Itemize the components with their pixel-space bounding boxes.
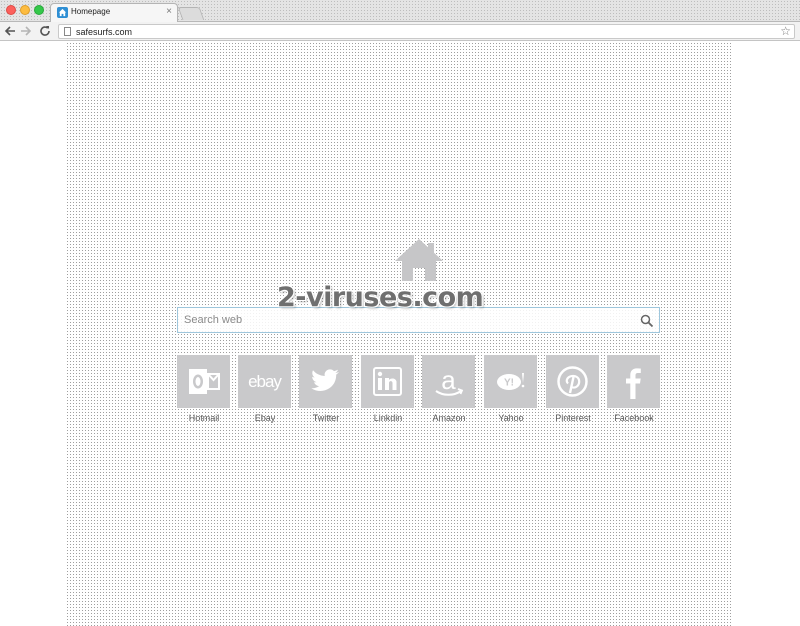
browser-toolbar: safesurfs.com ☆ bbox=[0, 22, 800, 41]
facebook-icon bbox=[607, 355, 660, 408]
linkedin-icon bbox=[361, 355, 414, 408]
address-bar[interactable]: safesurfs.com ☆ bbox=[58, 24, 795, 39]
amazon-icon: a bbox=[422, 355, 475, 408]
page-viewport: 2-viruses.com Hotmail ebay Eba bbox=[0, 42, 800, 626]
tile-label: Hotmail bbox=[188, 413, 220, 423]
tile-linkedin[interactable]: Linkdin bbox=[361, 355, 415, 431]
window-minimize-button[interactable] bbox=[20, 5, 30, 15]
tile-label: Linkdin bbox=[373, 413, 403, 423]
tile-twitter[interactable]: Twitter bbox=[299, 355, 353, 431]
watermark-text: 2-viruses.com bbox=[277, 282, 484, 313]
reload-icon[interactable] bbox=[39, 23, 51, 41]
tile-amazon[interactable]: a Amazon bbox=[422, 355, 476, 431]
window-close-button[interactable] bbox=[6, 5, 16, 15]
bookmark-star-icon[interactable]: ☆ bbox=[780, 24, 791, 38]
home-icon[interactable] bbox=[393, 237, 445, 283]
new-tab-button[interactable] bbox=[177, 7, 205, 20]
dotted-background bbox=[66, 42, 732, 626]
yahoo-icon: Y! bbox=[484, 355, 537, 408]
search-input[interactable] bbox=[184, 311, 624, 329]
tile-label: Facebook bbox=[614, 413, 654, 423]
forward-icon[interactable] bbox=[20, 23, 32, 41]
twitter-icon bbox=[299, 355, 352, 408]
ebay-icon: ebay bbox=[238, 355, 291, 408]
tile-label: Yahoo bbox=[498, 413, 524, 423]
svg-text:ebay: ebay bbox=[248, 372, 282, 391]
tile-label: Pinterest bbox=[555, 413, 591, 423]
search-icon[interactable] bbox=[640, 314, 654, 328]
url-text[interactable]: safesurfs.com bbox=[76, 26, 132, 38]
tab-close-icon[interactable]: × bbox=[166, 6, 172, 18]
pinterest-icon bbox=[546, 355, 599, 408]
browser-tab[interactable]: Homepage × bbox=[50, 3, 178, 22]
tile-facebook[interactable]: Facebook bbox=[607, 355, 661, 431]
browser-titlebar: Homepage × bbox=[0, 0, 800, 22]
tab-title: Homepage bbox=[71, 7, 111, 16]
svg-text:a: a bbox=[441, 365, 456, 395]
home-favicon-icon bbox=[57, 7, 68, 18]
page-icon bbox=[64, 27, 71, 36]
svg-text:Y!: Y! bbox=[504, 378, 514, 389]
back-icon[interactable] bbox=[4, 23, 16, 41]
tile-label: Amazon bbox=[432, 413, 466, 423]
tile-pinterest[interactable]: Pinterest bbox=[546, 355, 600, 431]
quick-links: Hotmail ebay Ebay Twitter Linkdin a Amaz… bbox=[177, 355, 661, 435]
tile-hotmail[interactable]: Hotmail bbox=[177, 355, 231, 431]
window-maximize-button[interactable] bbox=[34, 5, 44, 15]
outlook-icon bbox=[177, 355, 230, 408]
tile-yahoo[interactable]: Y! Yahoo bbox=[484, 355, 538, 431]
tile-label: Twitter bbox=[312, 413, 340, 423]
tile-ebay[interactable]: ebay Ebay bbox=[238, 355, 292, 431]
tile-label: Ebay bbox=[254, 413, 276, 423]
